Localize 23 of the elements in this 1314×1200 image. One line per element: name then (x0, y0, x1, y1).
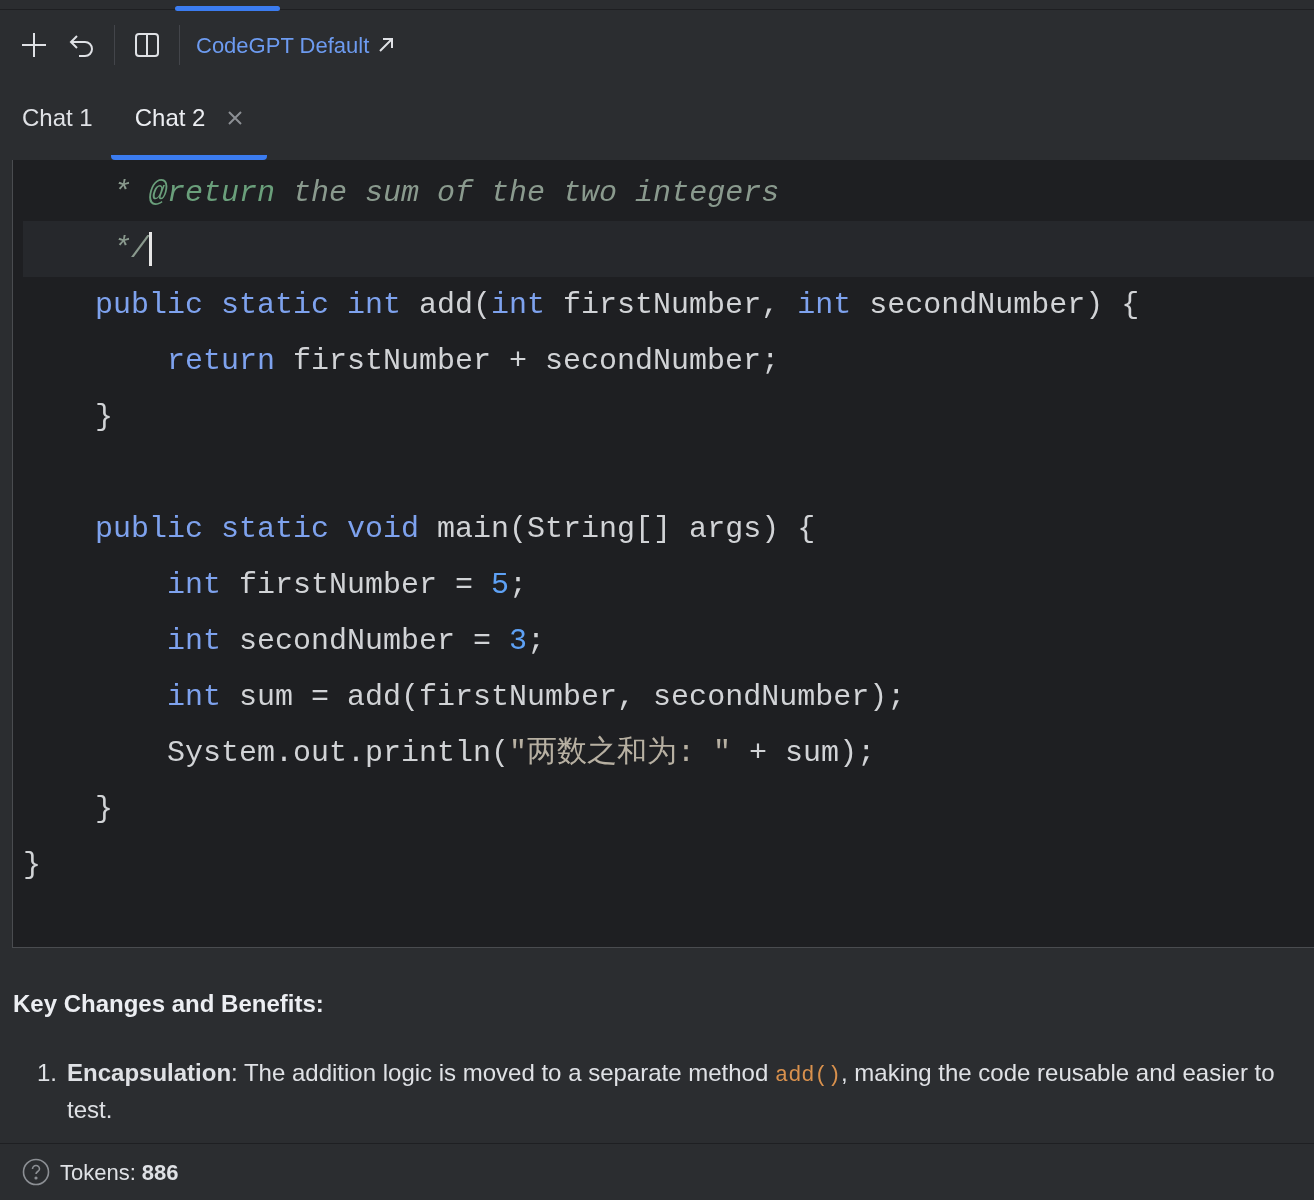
chat-tab[interactable]: Chat 1 (4, 80, 111, 160)
code-line: int firstNumber = 5; (166, 567, 528, 604)
close-icon[interactable] (227, 109, 244, 126)
code-line: * @return the sum of the two integers (112, 175, 780, 212)
list-number: 1. (37, 1058, 57, 1088)
list-item-text: Encapsulation: The addition logic is moved to a separate method add(), making the code reusable and easier to test. (67, 1058, 1276, 1125)
code-line: return firstNumber + secondNumber; (166, 343, 780, 380)
code-line: public static int add(int firstNumber, int secondNumber) { (94, 287, 1140, 324)
tokens-label: Tokens: (60, 1158, 136, 1187)
code-line: } (94, 399, 113, 436)
tokens-count: 886 (141, 1158, 179, 1187)
code-line: */ (112, 231, 150, 268)
code-line: int sum = add(firstNumber, secondNumber); (166, 679, 906, 716)
code-line: int secondNumber = 3; (166, 623, 546, 660)
code-line: public static void main(String[] args) { (94, 511, 816, 548)
model-link[interactable]: CodeGPT Default (196, 28, 396, 62)
external-arrow-icon (377, 36, 396, 54)
code-line: } (23, 847, 41, 884)
help-icon[interactable] (22, 1158, 50, 1186)
section-heading: Key Changes and Benefits: (13, 989, 325, 1019)
code-line: System.out.println("两数之和为: " + sum); (166, 734, 876, 772)
code-line: } (94, 791, 113, 828)
text-cursor (149, 232, 153, 266)
